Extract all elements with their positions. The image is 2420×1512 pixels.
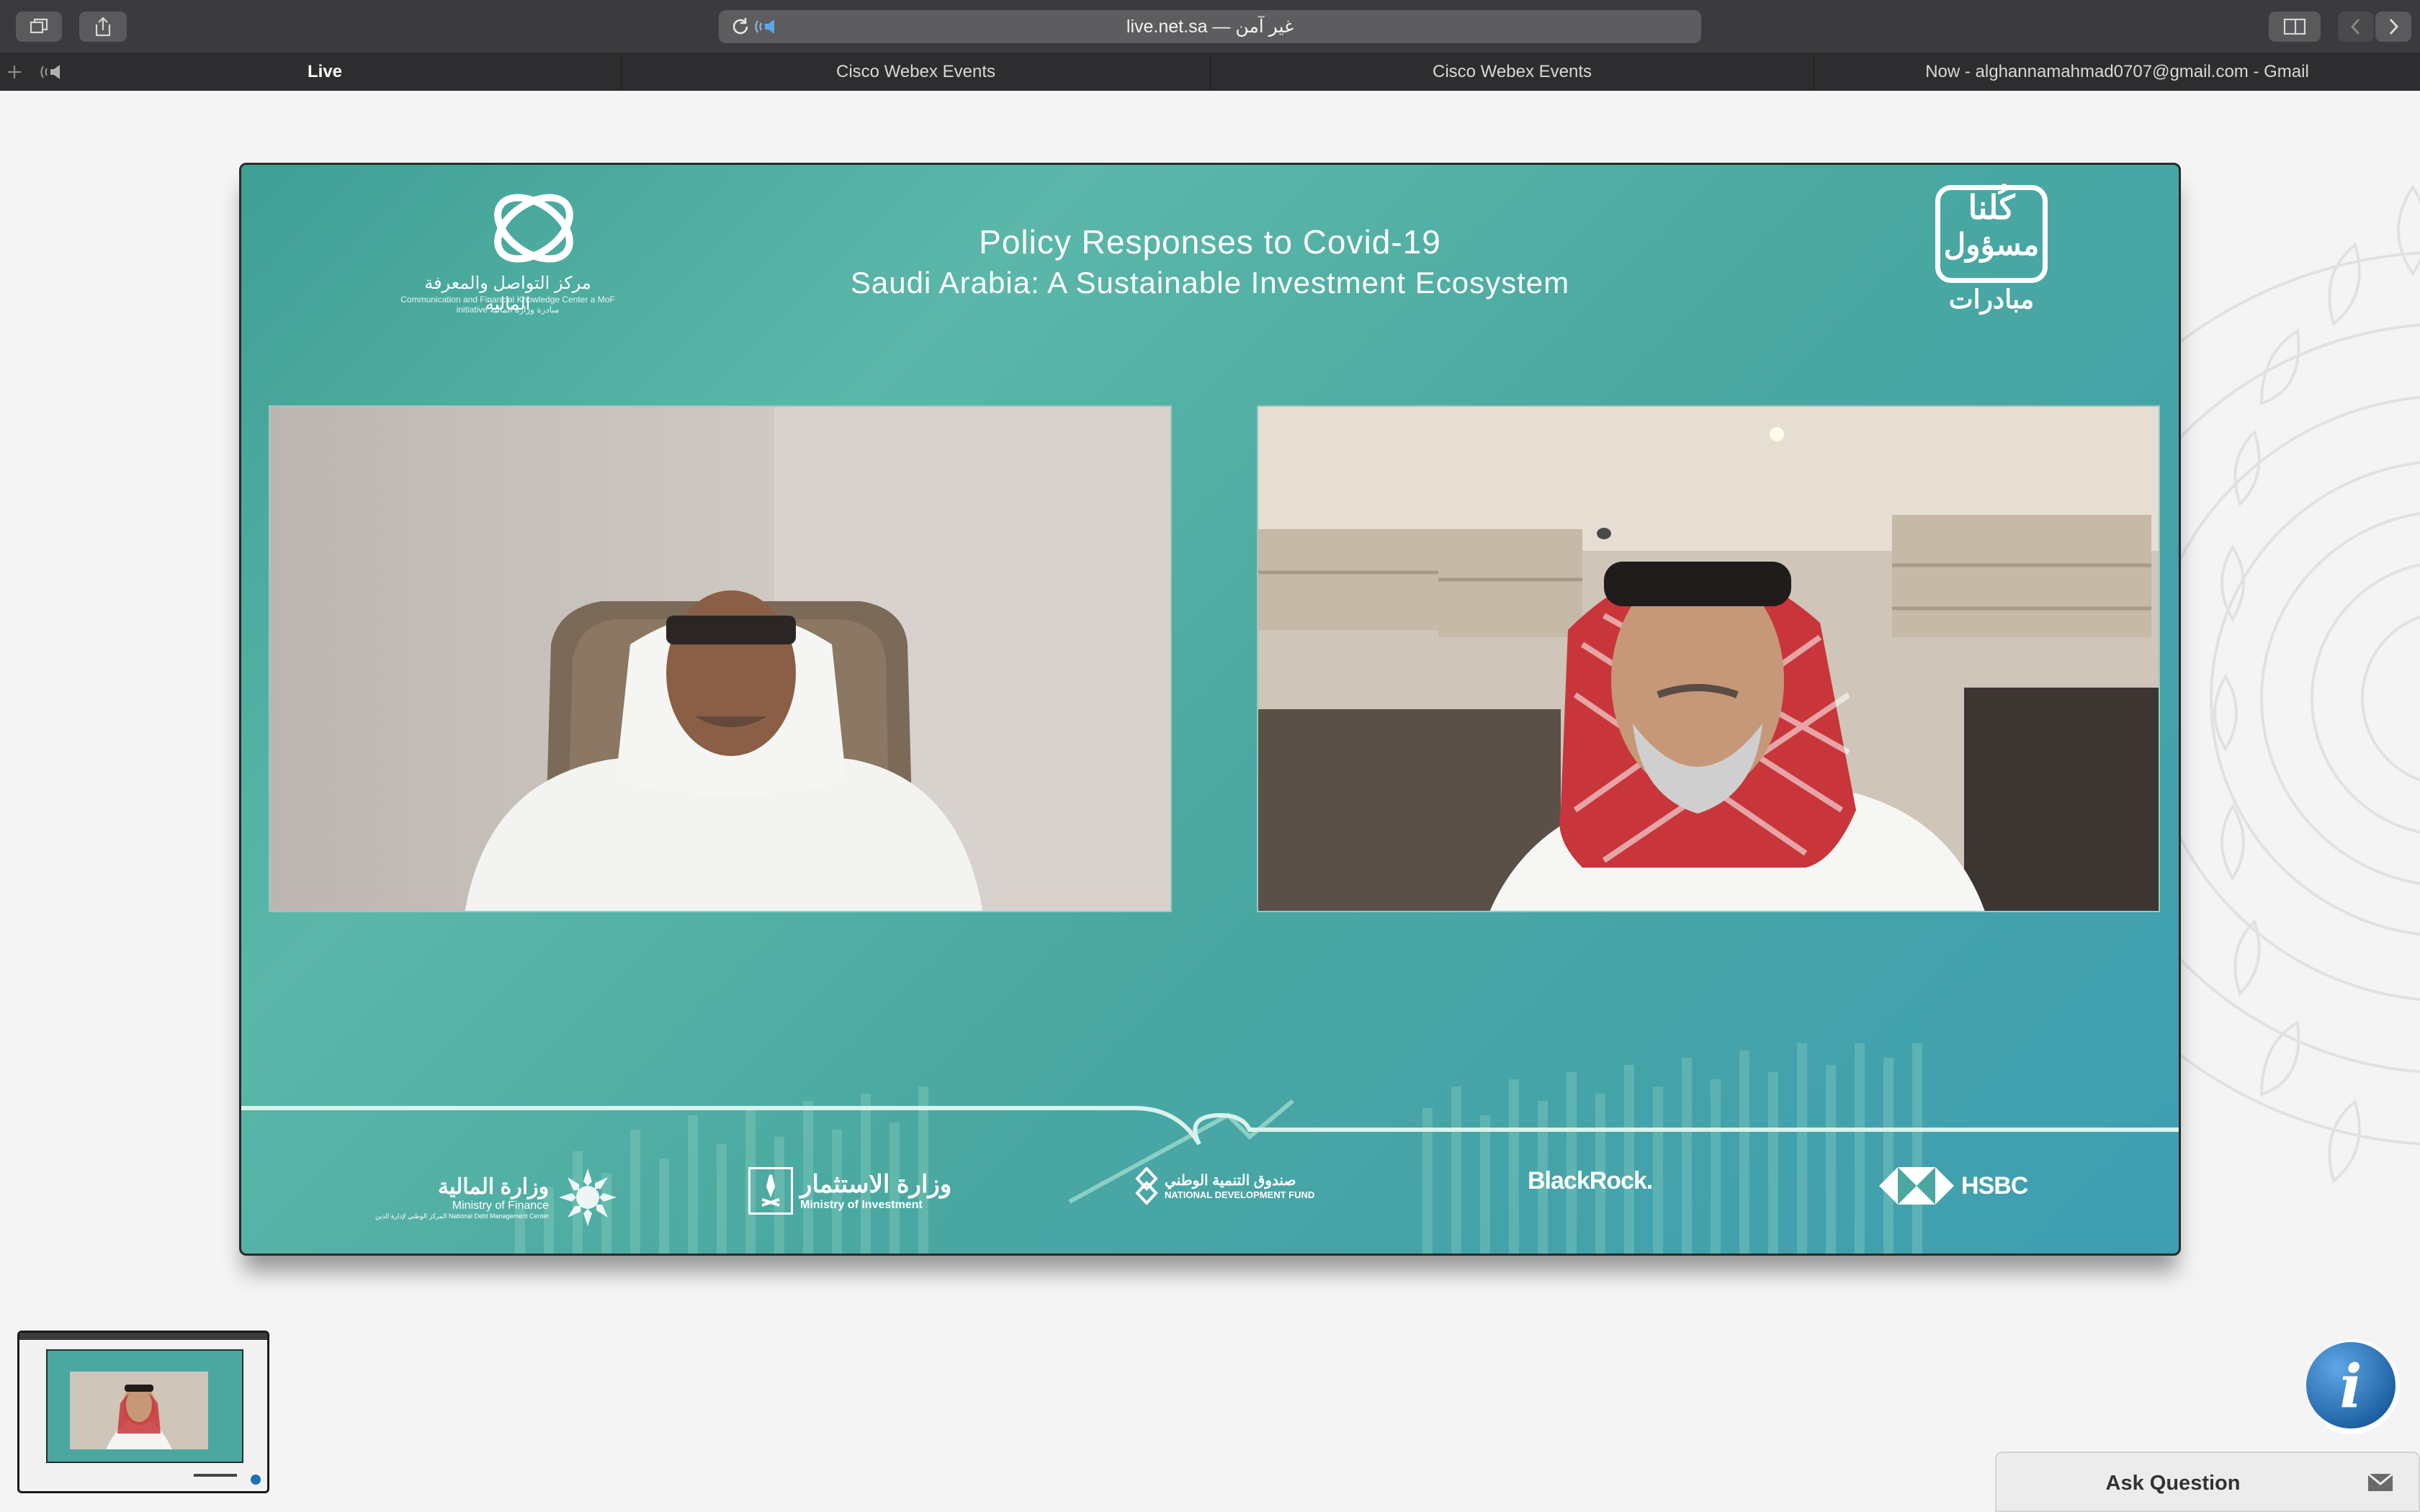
partner-ministry-of-finance: وزارة المالية Ministry of Finance المركز…	[375, 1167, 618, 1228]
partner-national-development-fund: صندوق التنمية الوطني NATIONAL DEVELOPMEN…	[1134, 1167, 1314, 1205]
kulluna-masool-logo: كُلنا مسؤول مبادرات	[1935, 185, 2051, 329]
decorative-pattern	[2175, 184, 2420, 1184]
address-bar[interactable]: live.net.sa — غير آمن	[719, 10, 1701, 43]
speaker-video-right[interactable]	[1257, 405, 2160, 912]
partner-ministry-of-investment: وزارة الاستثمار Ministry of Investment	[748, 1167, 951, 1215]
info-icon: i	[2339, 1352, 2362, 1421]
share-icon	[95, 17, 111, 37]
hsbc-hexagon-icon	[1879, 1167, 1954, 1205]
picture-in-picture-thumbnail[interactable]	[17, 1331, 269, 1493]
tab-live[interactable]: Live	[29, 53, 621, 91]
tabs-overview-icon	[30, 18, 48, 34]
new-tab-icon[interactable]	[6, 63, 23, 81]
tab-gmail[interactable]: Now - alghannamahmad0707@gmail.com - Gma…	[1814, 53, 2420, 91]
footer-divider-line	[241, 1106, 2179, 1146]
mof-emblem-icon	[559, 1169, 617, 1226]
browser-toolbar: live.net.sa — غير آمن	[0, 0, 2420, 53]
ask-question-button[interactable]: Ask Question	[1995, 1452, 2420, 1512]
envelope-icon	[2367, 1472, 2393, 1491]
back-button[interactable]	[2338, 12, 2374, 42]
knowledge-center-english: Communication and Financial Knowledge Ce…	[400, 294, 615, 315]
chevron-right-icon	[2389, 19, 2398, 35]
video-stream-stage[interactable]: Policy Responses to Covid-19 Saudi Arabi…	[239, 163, 2181, 1256]
sidebar-button[interactable]	[2269, 12, 2321, 42]
speaker-video-left[interactable]	[269, 405, 1172, 912]
moi-emblem-icon	[748, 1167, 793, 1215]
partner-hsbc: HSBC	[1879, 1167, 2028, 1205]
ndf-emblem-icon	[1135, 1167, 1158, 1205]
ask-question-label: Ask Question	[2105, 1472, 2241, 1495]
chevron-left-icon	[2351, 19, 2360, 35]
tab-webex-2[interactable]: Cisco Webex Events	[1210, 53, 1814, 91]
speaker-left-picture	[270, 407, 1170, 911]
share-button[interactable]	[79, 12, 127, 42]
thumbnail-preview	[19, 1333, 267, 1491]
show-tabs-button[interactable]	[16, 12, 62, 42]
forward-button[interactable]	[2375, 12, 2411, 42]
partner-blackrock: BlackRock.	[1528, 1167, 1653, 1194]
address-text: live.net.sa — غير آمن	[1126, 17, 1294, 37]
tab-bar: Live Cisco Webex Events Cisco Webex Even…	[0, 53, 2420, 91]
sidebar-icon	[2283, 18, 2306, 35]
tab-webex-1[interactable]: Cisco Webex Events	[621, 53, 1210, 91]
speaker-right-picture	[1258, 407, 2159, 911]
info-button[interactable]: i	[2296, 1335, 2406, 1444]
